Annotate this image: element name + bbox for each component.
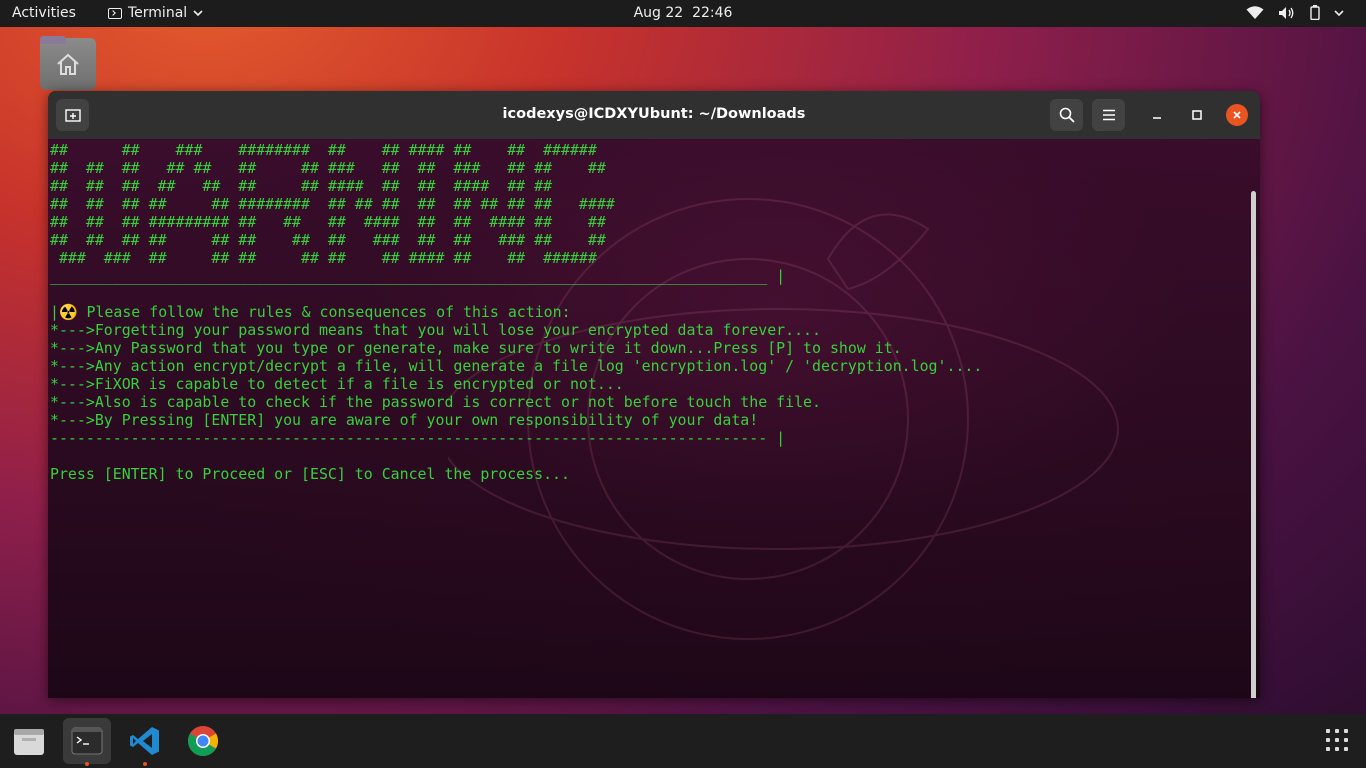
hamburger-menu-button[interactable] [1092,99,1125,131]
window-titlebar[interactable]: icodexys@ICDXYUbunt: ~/Downloads [48,91,1260,139]
battery-icon [1310,5,1320,20]
top-bar: Activities Terminal Aug 22 22:46 [0,0,1366,27]
terminal-line: ## ## ## ## ## ## ## #### ## ## #### ## … [50,177,553,195]
clock: Aug 22 22:46 [0,5,1366,21]
terminal-line: ## ## ## ## ## ######## ## ## ## ## ## #… [50,195,615,213]
activities-button[interactable]: Activities [12,5,76,21]
terminal-line: ## ## ## ## ## ## ## ## ### ## ## ### ##… [50,231,606,249]
terminal-output[interactable]: ## ## ### ######## ## ## #### ## ## ####… [48,139,1260,698]
hamburger-icon [1102,109,1115,121]
search-icon [1059,107,1075,123]
dock-vscode[interactable] [121,718,169,766]
chevron-down-icon [1334,9,1344,16]
dock-files[interactable] [5,718,53,764]
terminal-line: ## ## ## ## ## ## ## ### ## ## ### ## ##… [50,159,606,177]
chevron-down-icon [193,10,203,17]
grid-dot [1326,729,1330,733]
clock-date: Aug 22 [633,5,684,21]
wifi-icon [1246,5,1264,19]
terminal-line: *--->Also is capable to check if the pas… [50,393,821,411]
terminal-line: Press [ENTER] to Proceed or [ESC] to Can… [50,465,570,483]
terminal-window[interactable]: icodexys@ICDXYUbunt: ~/Downloads ## ## #… [48,91,1260,698]
app-menu-label: Terminal [128,5,188,21]
terminal-line: *--->Any action encrypt/decrypt a file, … [50,357,983,375]
minimize-button[interactable] [1147,105,1167,125]
terminal-icon [108,7,122,19]
terminal-line: *--->By Pressing [ENTER] you are aware o… [50,411,759,429]
clock-button[interactable]: Aug 22 22:46 [634,5,733,21]
terminal-line: ## ## ### ######## ## ## #### ## ## ####… [50,141,597,159]
grid-dot [1326,738,1330,742]
minimize-icon [1153,117,1161,119]
maximize-button[interactable] [1187,105,1207,125]
app-menu[interactable]: Terminal [108,5,203,21]
terminal-text: ## ## ### ######## ## ## #### ## ## ####… [50,141,982,483]
terminal-line: ## ## ## ######### ## ## ## #### ## ## #… [50,213,606,231]
dock [0,714,1366,768]
terminal-line: |☢️ Please follow the rules & consequenc… [50,303,571,321]
terminal-line: ----------------------------------------… [50,429,786,447]
grid-dot [1335,729,1339,733]
grid-dot [1335,738,1339,742]
maximize-icon [1192,110,1202,120]
home-folder-icon[interactable] [40,36,96,90]
terminal-line: *--->Forgetting your password means that… [50,321,821,339]
show-applications-button[interactable] [1326,729,1348,751]
terminal-line: ________________________________________… [50,267,786,285]
system-tray[interactable] [1246,5,1344,20]
grid-dot [1326,747,1330,751]
scrollbar[interactable] [1251,191,1256,698]
terminal-line: *--->FiXOR is capable to detect if a fil… [50,375,624,393]
grid-dot [1344,738,1348,742]
close-button[interactable] [1226,104,1248,126]
grid-dot [1335,747,1339,751]
chrome-icon [187,726,219,756]
running-indicator [143,762,147,766]
terminal-icon [71,727,103,755]
terminal-line: *--->Any Password that you type or gener… [50,339,902,357]
dock-chrome[interactable] [179,718,227,764]
search-button[interactable] [1050,99,1083,131]
volume-icon [1279,6,1294,19]
files-icon [14,729,44,755]
grid-dot [1344,747,1348,751]
close-icon [1233,111,1241,119]
grid-dot [1344,729,1348,733]
terminal-line: ### ### ## ## ## ## ## ## #### ## ## ###… [50,249,597,267]
running-indicator [85,762,89,766]
clock-time: 22:46 [692,5,733,21]
dock-terminal[interactable] [63,718,111,766]
vscode-icon [130,727,159,755]
house-icon [57,53,79,75]
